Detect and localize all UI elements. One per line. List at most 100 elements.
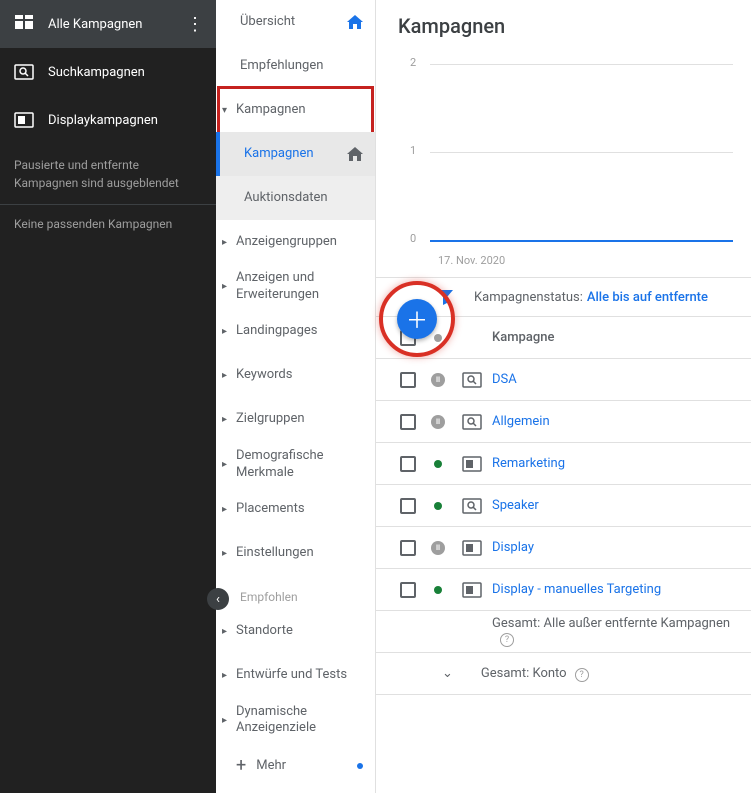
row-checkbox[interactable]	[400, 582, 416, 598]
sidebar-item-label: Displaykampagnen	[48, 113, 158, 128]
status-paused-icon[interactable]: II	[431, 415, 445, 429]
filter-icon[interactable]	[436, 288, 454, 306]
nav-placements[interactable]: ▸Placements	[216, 488, 375, 532]
table-row: Display - manuelles Targeting	[376, 569, 751, 611]
expand-right-icon: ▸	[222, 669, 227, 682]
search-box-icon	[12, 60, 36, 84]
campaign-type-icon	[452, 414, 492, 430]
sidebar-all-label: Alle Kampagnen	[48, 17, 186, 32]
table-row: II DSA	[376, 359, 751, 401]
campaign-name-link[interactable]: DSA	[492, 372, 735, 387]
expand-right-icon: ▸	[222, 325, 227, 338]
campaign-type-icon	[452, 372, 492, 388]
sidebar-no-match: Keine passenden Kampagnen	[0, 205, 216, 243]
grid-icon	[12, 12, 36, 36]
nav-campaigns[interactable]: Kampagnen	[216, 132, 375, 176]
nav-recommended-header: Empfohlen	[216, 576, 375, 610]
nav-dyn-targets[interactable]: ▸Dynamische Anzeigenziele	[216, 698, 375, 744]
chart-ytick: 2	[410, 56, 416, 69]
row-checkbox[interactable]	[400, 456, 416, 472]
table-row: II Allgemein	[376, 401, 751, 443]
plus-icon: +	[236, 755, 246, 776]
row-checkbox[interactable]	[400, 372, 416, 388]
help-icon[interactable]: ?	[500, 633, 514, 647]
home-icon	[347, 147, 363, 161]
campaign-name-link[interactable]: Remarketing	[492, 456, 735, 471]
nav-auction[interactable]: Auktionsdaten	[216, 176, 375, 220]
campaign-name-link[interactable]: Speaker	[492, 498, 735, 513]
expand-right-icon: ▸	[222, 280, 227, 293]
expand-right-icon: ▸	[222, 714, 227, 727]
nav-adgroups[interactable]: ▸Anzeigengruppen	[216, 220, 375, 264]
nav-campaigns-group[interactable]: ▾ Kampagnen	[216, 88, 375, 132]
nav-landing[interactable]: ▸Landingpages	[216, 310, 375, 354]
status-header-icon[interactable]	[434, 334, 442, 342]
primary-sidebar: Alle Kampagnen ⋮ Suchkampagnen Displayka…	[0, 0, 216, 793]
expand-right-icon: ▸	[222, 625, 227, 638]
filter-value[interactable]: Alle bis auf entfernte	[587, 290, 708, 305]
chart: 2 1 0 17. Nov. 2020	[376, 48, 751, 278]
nav-demographics[interactable]: ▸Demografische Merkmale	[216, 442, 375, 488]
status-paused-icon[interactable]: II	[431, 541, 445, 555]
status-active-icon[interactable]	[434, 502, 442, 510]
sidebar-search-campaigns[interactable]: Suchkampagnen	[0, 48, 216, 96]
campaign-type-icon	[452, 540, 492, 556]
nav-locations[interactable]: ▸Standorte	[216, 610, 375, 654]
expand-right-icon: ▸	[222, 503, 227, 516]
campaign-name-link[interactable]: Allgemein	[492, 414, 735, 429]
campaign-type-icon	[452, 456, 492, 472]
nav-more[interactable]: + Mehr	[216, 743, 375, 788]
status-active-icon[interactable]	[434, 460, 442, 468]
sidebar-display-campaigns[interactable]: Displaykampagnen	[0, 96, 216, 144]
help-icon[interactable]: ?	[575, 668, 589, 682]
chevron-down-icon: ⌄	[442, 666, 453, 681]
page-header: Kampagnen	[376, 0, 751, 48]
summary-text: Gesamt: Konto?	[481, 666, 589, 682]
collapse-sidebar-button[interactable]: ‹	[207, 588, 229, 610]
add-campaign-button[interactable]: ＋	[397, 299, 437, 339]
table-row: Remarketing	[376, 443, 751, 485]
expand-right-icon: ▸	[222, 236, 227, 249]
nav-audiences[interactable]: ▸Zielgruppen	[216, 398, 375, 442]
row-checkbox[interactable]	[400, 498, 416, 514]
sidebar-item-label: Suchkampagnen	[48, 65, 145, 80]
expand-right-icon: ▸	[222, 413, 227, 426]
summary-row: Gesamt: Alle außer entfernte Kampagnen?	[376, 611, 751, 653]
status-paused-icon[interactable]: II	[431, 373, 445, 387]
table-row: II Display	[376, 527, 751, 569]
campaign-name-link[interactable]: Display - manuelles Targeting	[492, 582, 735, 597]
page-title: Kampagnen	[398, 14, 733, 38]
campaign-name-link[interactable]: Display	[492, 540, 735, 555]
chart-xtick: 17. Nov. 2020	[438, 254, 505, 267]
plus-icon: ＋	[406, 303, 428, 335]
sidebar-note: Pausierte und entfernte Kampagnen sind a…	[0, 144, 216, 205]
nav-overview[interactable]: Übersicht	[216, 0, 375, 44]
more-vert-icon[interactable]: ⋮	[186, 14, 204, 35]
nav-settings[interactable]: ▸Einstellungen	[216, 532, 375, 576]
notification-dot-icon	[357, 763, 363, 769]
chart-ytick: 1	[410, 144, 416, 157]
expand-right-icon: ▸	[222, 369, 227, 382]
main-content: Kampagnen 2 1 0 17. Nov. 2020 Kampagnens…	[376, 0, 751, 793]
row-checkbox[interactable]	[400, 540, 416, 556]
home-icon	[347, 15, 363, 29]
nav-ads-ext[interactable]: ▸Anzeigen und Erweiterungen	[216, 264, 375, 310]
col-campaign[interactable]: Kampagne	[492, 330, 735, 345]
display-box-icon	[12, 108, 36, 132]
row-checkbox[interactable]	[400, 414, 416, 430]
campaign-type-icon	[452, 498, 492, 514]
campaigns-table: Kampagne II DSA II Allgemein Remarketing Spea…	[376, 316, 751, 695]
sidebar-all-campaigns[interactable]: Alle Kampagnen ⋮	[0, 0, 216, 48]
summary-row-account[interactable]: ⌄ Gesamt: Konto?	[376, 653, 751, 695]
expand-right-icon: ▸	[222, 547, 227, 560]
expand-right-icon: ▸	[222, 458, 227, 471]
summary-text: Gesamt: Alle außer entfernte Kampagnen?	[392, 616, 735, 647]
table-row: Speaker	[376, 485, 751, 527]
chart-ytick: 0	[410, 232, 416, 245]
secondary-nav: Übersicht Empfehlungen ▾ Kampagnen Kampa…	[216, 0, 376, 793]
status-active-icon[interactable]	[434, 586, 442, 594]
campaign-type-icon	[452, 582, 492, 598]
nav-keywords[interactable]: ▸Keywords	[216, 354, 375, 398]
nav-drafts[interactable]: ▸Entwürfe und Tests	[216, 654, 375, 698]
nav-recommendations[interactable]: Empfehlungen	[216, 44, 375, 88]
